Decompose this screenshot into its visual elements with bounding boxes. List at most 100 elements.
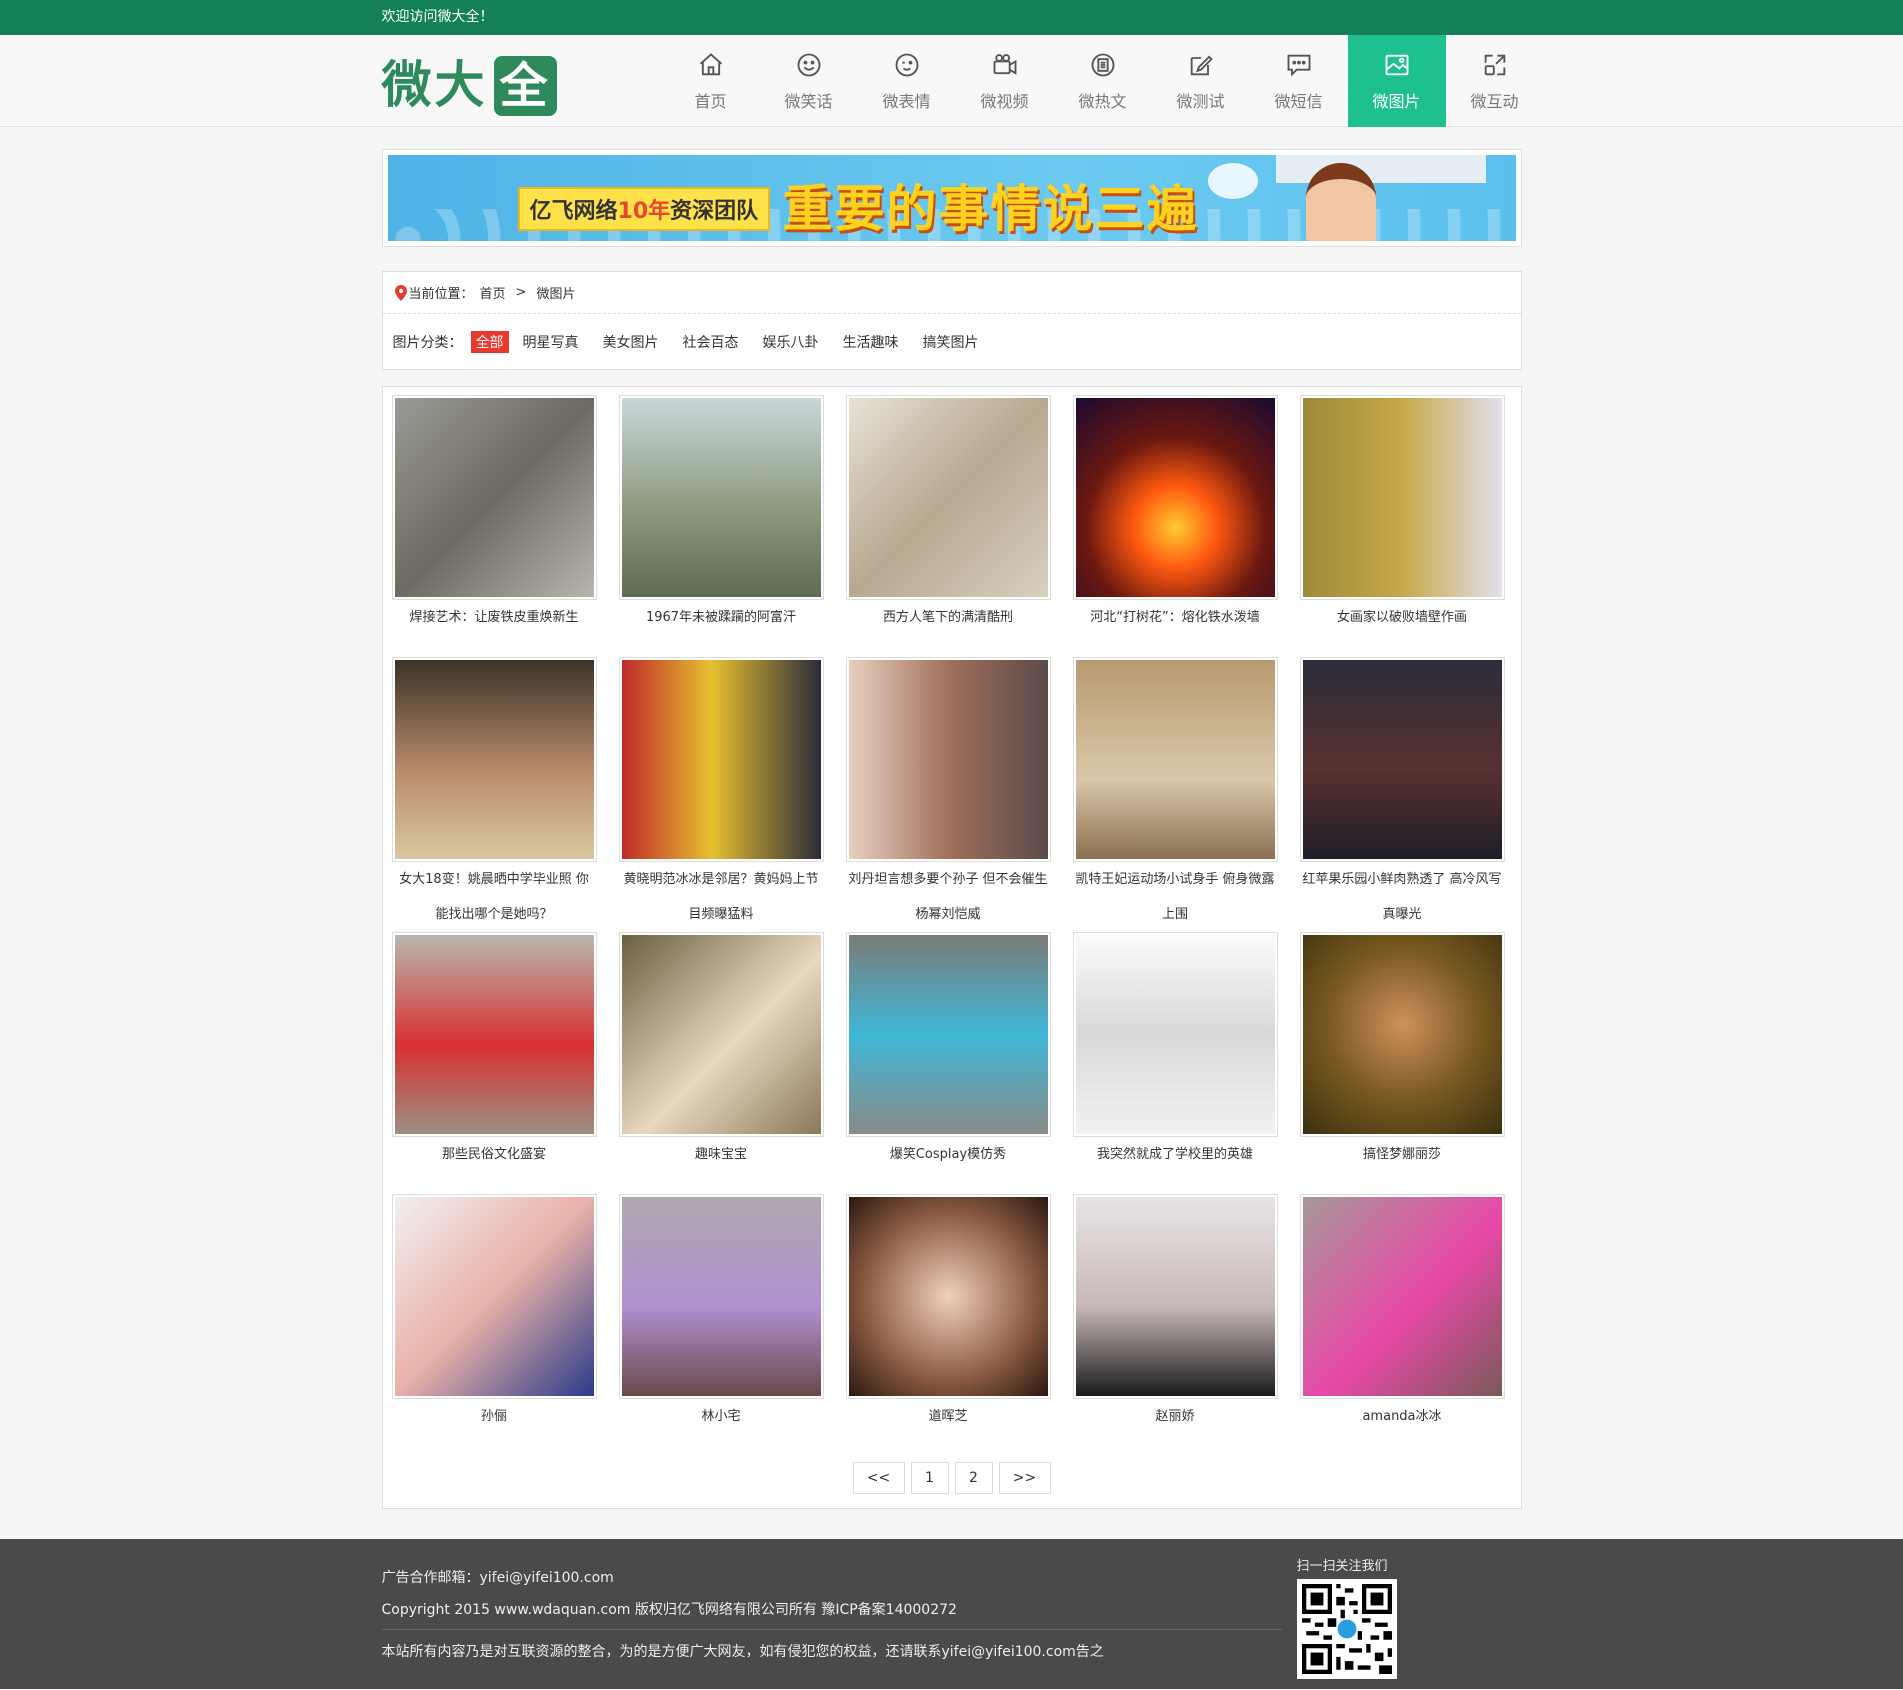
gallery-item[interactable]: 黄晓明范冰冰是邻居？黄妈妈上节目频曝猛料 bbox=[618, 657, 824, 932]
gallery-caption[interactable]: 那些民俗文化盛宴 bbox=[392, 1137, 597, 1194]
thumbnail-image bbox=[848, 398, 1048, 597]
gallery-caption[interactable]: 趣味宝宝 bbox=[619, 1137, 824, 1194]
site-logo[interactable]: 微大全 bbox=[382, 35, 557, 127]
gallery-thumbnail[interactable] bbox=[1072, 1194, 1278, 1399]
gallery-caption[interactable]: 焊接艺术：让废铁皮重焕新生 bbox=[392, 600, 597, 657]
gallery-item[interactable]: amanda冰冰 bbox=[1299, 1194, 1505, 1456]
gallery-item[interactable]: 那些民俗文化盛宴 bbox=[391, 932, 597, 1194]
gallery-grid: 焊接艺术：让废铁皮重焕新生 1967年未被蹂躏的阿富汗 西方人笔下的满清酷刑 河北“打… bbox=[391, 395, 1512, 1456]
gallery-thumbnail[interactable] bbox=[618, 657, 824, 862]
nav-item-images[interactable]: 微图片 bbox=[1347, 35, 1446, 127]
gallery-item[interactable]: 搞怪梦娜丽莎 bbox=[1299, 932, 1505, 1194]
gallery-thumbnail[interactable] bbox=[1072, 395, 1278, 600]
gallery-item[interactable]: 孙俪 bbox=[391, 1194, 597, 1456]
nav-item-tests[interactable]: 微测试 bbox=[1152, 35, 1250, 127]
gallery-item[interactable]: 焊接艺术：让废铁皮重焕新生 bbox=[391, 395, 597, 657]
gallery-thumbnail[interactable] bbox=[1299, 932, 1505, 1137]
breadcrumb-current[interactable]: 微图片 bbox=[536, 283, 575, 302]
gallery-caption[interactable]: 女大18变！姚晨晒中学毕业照 你能找出哪个是她吗？ bbox=[392, 862, 597, 932]
gallery-item[interactable]: 河北“打树花”：熔化铁水泼墙 bbox=[1072, 395, 1278, 657]
gallery-item[interactable]: 红苹果乐园小鲜肉熟透了 高冷风写真曝光 bbox=[1299, 657, 1505, 932]
image-gallery: 焊接艺术：让废铁皮重焕新生 1967年未被蹂躏的阿富汗 西方人笔下的满清酷刑 河北“打… bbox=[381, 386, 1522, 1509]
gallery-thumbnail[interactable] bbox=[1299, 395, 1505, 600]
gallery-thumbnail[interactable] bbox=[391, 657, 597, 862]
gallery-thumbnail[interactable] bbox=[391, 395, 597, 600]
pager-prev-button[interactable]: << bbox=[852, 1462, 905, 1494]
pager-next-button[interactable]: >> bbox=[998, 1462, 1051, 1494]
gallery-thumbnail[interactable] bbox=[618, 395, 824, 600]
gallery-caption[interactable]: 林小宅 bbox=[619, 1399, 824, 1456]
thumbnail-image bbox=[621, 398, 821, 597]
filter-option-all[interactable]: 全部 bbox=[470, 330, 509, 353]
gallery-thumbnail[interactable] bbox=[1299, 657, 1505, 862]
gallery-caption[interactable]: 西方人笔下的满清酷刑 bbox=[846, 600, 1051, 657]
filter-option-gossip[interactable]: 娱乐八卦 bbox=[763, 332, 819, 352]
pager-page-2[interactable]: 2 bbox=[954, 1462, 993, 1494]
gallery-caption[interactable]: 搞怪梦娜丽莎 bbox=[1300, 1137, 1505, 1194]
top-bar: 欢迎访问微大全！ bbox=[0, 0, 1903, 35]
gallery-item[interactable]: 趣味宝宝 bbox=[618, 932, 824, 1194]
gallery-thumbnail[interactable] bbox=[618, 932, 824, 1137]
thumbnail-image bbox=[848, 660, 1048, 859]
filter-label: 图片分类： bbox=[392, 334, 463, 351]
gallery-thumbnail[interactable] bbox=[618, 1194, 824, 1399]
gallery-caption[interactable]: 河北“打树花”：熔化铁水泼墙 bbox=[1073, 600, 1278, 657]
gallery-item[interactable]: 林小宅 bbox=[618, 1194, 824, 1456]
gallery-thumbnail[interactable] bbox=[845, 1194, 1051, 1399]
gallery-thumbnail[interactable] bbox=[391, 1194, 597, 1399]
gallery-caption[interactable]: amanda冰冰 bbox=[1300, 1399, 1505, 1456]
nav-item-jokes[interactable]: 微笑话 bbox=[760, 35, 858, 127]
gallery-caption[interactable]: 红苹果乐园小鲜肉熟透了 高冷风写真曝光 bbox=[1300, 862, 1505, 932]
gallery-caption[interactable]: 黄晓明范冰冰是邻居？黄妈妈上节目频曝猛料 bbox=[619, 862, 824, 932]
nav-item-interact[interactable]: 微互动 bbox=[1446, 35, 1544, 127]
gallery-caption[interactable]: 孙俪 bbox=[392, 1399, 597, 1456]
gallery-thumbnail[interactable] bbox=[845, 395, 1051, 600]
nav-item-video[interactable]: 微视频 bbox=[956, 35, 1054, 127]
filter-option-society[interactable]: 社会百态 bbox=[683, 332, 739, 352]
ad-banner[interactable]: 亿飞网络10年资深团队 重要的事情说三遍 bbox=[381, 149, 1522, 247]
speaker-illustration bbox=[1305, 163, 1376, 241]
gallery-item[interactable]: 西方人笔下的满清酷刑 bbox=[845, 395, 1051, 657]
gallery-thumbnail[interactable] bbox=[1072, 932, 1278, 1137]
gallery-item[interactable]: 爆笑Cosplay模仿秀 bbox=[845, 932, 1051, 1194]
banner-tag: 亿飞网络10年资深团队 bbox=[517, 187, 771, 231]
footer-copyright: Copyright 2015 www.wdaquan.com 版权归亿飞网络有限… bbox=[381, 1602, 957, 1618]
gallery-caption[interactable]: 道晖芝 bbox=[846, 1399, 1051, 1456]
filter-option-star[interactable]: 明星写真 bbox=[523, 332, 579, 352]
breadcrumb-home-link[interactable]: 首页 bbox=[480, 283, 506, 302]
gallery-item[interactable]: 我突然就成了学校里的英雄 bbox=[1072, 932, 1278, 1194]
gallery-item[interactable]: 赵丽娇 bbox=[1072, 1194, 1278, 1456]
gallery-thumbnail[interactable] bbox=[845, 932, 1051, 1137]
gallery-item[interactable]: 女大18变！姚晨晒中学毕业照 你能找出哪个是她吗？ bbox=[391, 657, 597, 932]
gallery-item[interactable]: 1967年未被蹂躏的阿富汗 bbox=[618, 395, 824, 657]
nav-item-home[interactable]: 首页 bbox=[662, 35, 760, 127]
gallery-thumbnail[interactable] bbox=[391, 932, 597, 1137]
gallery-caption[interactable]: 我突然就成了学校里的英雄 bbox=[1073, 1137, 1278, 1194]
gallery-caption[interactable]: 刘丹坦言想多要个孙子 但不会催生杨幂刘恺威 bbox=[846, 862, 1051, 932]
gallery-caption[interactable]: 1967年未被蹂躏的阿富汗 bbox=[619, 600, 824, 657]
gallery-caption[interactable]: 赵丽娇 bbox=[1073, 1399, 1278, 1456]
gallery-caption[interactable]: 爆笑Cosplay模仿秀 bbox=[846, 1137, 1051, 1194]
gallery-item[interactable]: 刘丹坦言想多要个孙子 但不会催生杨幂刘恺威 bbox=[845, 657, 1051, 932]
gallery-item[interactable]: 凯特王妃运动场小试身手 俯身微露上围 bbox=[1072, 657, 1278, 932]
pager-page-1[interactable]: 1 bbox=[910, 1462, 949, 1494]
gallery-caption[interactable]: 女画家以破败墙壁作画 bbox=[1300, 600, 1505, 657]
thumbnail-image bbox=[1302, 398, 1502, 597]
gallery-thumbnail[interactable] bbox=[1299, 1194, 1505, 1399]
gallery-thumbnail[interactable] bbox=[1072, 657, 1278, 862]
thumbnail-image bbox=[1302, 660, 1502, 859]
gallery-caption[interactable]: 凯特王妃运动场小试身手 俯身微露上围 bbox=[1073, 862, 1278, 932]
gallery-item[interactable]: 道晖芝 bbox=[845, 1194, 1051, 1456]
filter-option-beauty[interactable]: 美女图片 bbox=[603, 332, 659, 352]
filter-option-life[interactable]: 生活趣味 bbox=[843, 332, 899, 352]
category-filter: 图片分类： 全部 明星写真 美女图片 社会百态 娱乐八卦 生活趣味 搞笑图片 bbox=[383, 314, 1521, 369]
nav-item-sms[interactable]: 微短信 bbox=[1250, 35, 1348, 127]
gallery-item[interactable]: 女画家以破败墙壁作画 bbox=[1299, 395, 1505, 657]
nav-item-articles[interactable]: 微热文 bbox=[1054, 35, 1152, 127]
nav-item-emoji[interactable]: 微表情 bbox=[858, 35, 956, 127]
footer-disclaimer: 本站所有内容乃是对互联资源的整合，为的是方便广大网友，如有侵犯您的权益，还请联系… bbox=[381, 1644, 1104, 1660]
filter-option-funny[interactable]: 搞笑图片 bbox=[923, 332, 979, 352]
gallery-thumbnail[interactable] bbox=[845, 657, 1051, 862]
nav-label: 首页 bbox=[694, 92, 727, 111]
interact-icon bbox=[1480, 50, 1510, 80]
